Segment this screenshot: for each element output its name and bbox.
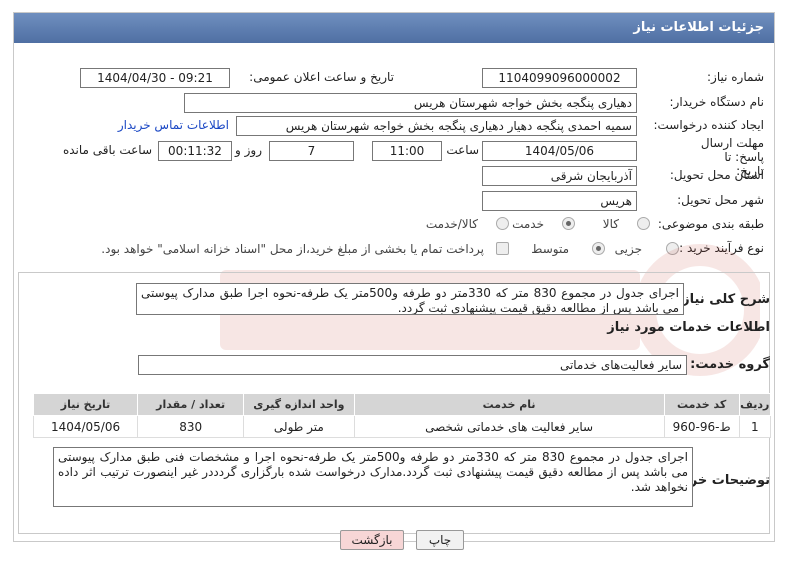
buyer-notes-textarea: اجرای جدول در مجموع 830 متر که 330متر دو…	[53, 447, 693, 507]
col-row: ردیف	[738, 393, 772, 416]
treasury-text: پرداخت تمام یا بخشی از مبلغ خرید،از محل …	[101, 242, 484, 256]
creator-label: ایجاد کننده درخواست:	[653, 118, 764, 132]
city-label: شهر محل تحویل:	[677, 193, 764, 207]
category-goods-label: کالا	[602, 217, 619, 231]
remaining-time-field: 00:11:32	[158, 141, 232, 161]
summary-textarea: اجرای جدول در مجموع 830 متر که 330متر دو…	[136, 283, 684, 315]
process-medium-label: متوسط	[531, 242, 569, 256]
city-field: هریس	[482, 191, 637, 211]
deadline-date-field: 1404/05/06	[482, 141, 637, 161]
cell-unit: متر طولی	[243, 415, 355, 438]
announce-label: تاریخ و ساعت اعلان عمومی:	[249, 70, 394, 84]
announce-field: 1404/04/30 - 09:21	[80, 68, 230, 88]
category-label: طبقه بندی موضوعی:	[657, 217, 764, 231]
table-header-row: ردیف کد خدمت نام خدمت واحد اندازه گیری ت…	[32, 393, 772, 416]
creator-field: سمیه احمدی پنگجه دهیار دهیاری پنگجه بخش …	[236, 116, 637, 136]
service-group-label: گروه خدمت:	[690, 357, 770, 372]
table-row: 1 ط-96-960 سایر فعالیت های خدماتی شخصی م…	[32, 415, 772, 438]
need-number-label: شماره نیاز:	[707, 70, 764, 84]
cell-name: سایر فعالیت های خدماتی شخصی	[353, 415, 665, 438]
cell-quantity: 830	[137, 415, 245, 438]
col-quantity: تعداد / مقدار	[137, 393, 245, 416]
panel-title: جزئیات اطلاعات نیاز	[14, 13, 774, 43]
deadline-time-label: ساعت	[446, 143, 479, 157]
col-name: نام خدمت	[353, 393, 665, 416]
category-service-label: خدمت	[512, 217, 544, 231]
province-field: آذربایجان شرقی	[482, 166, 637, 186]
services-title: اطلاعات خدمات مورد نیاز	[607, 320, 770, 335]
process-minor-label: جزیی	[614, 242, 642, 256]
province-label: استان محل تحویل:	[669, 168, 764, 182]
print-button[interactable]: چاپ	[416, 530, 464, 550]
buyer-contact-link[interactable]: اطلاعات تماس خریدار	[118, 118, 229, 132]
col-code: کد خدمت	[663, 393, 740, 416]
col-date: تاریخ نیاز	[32, 393, 139, 416]
cell-code: ط-96-960	[663, 415, 740, 438]
deadline-time-field: 11:00	[372, 141, 442, 161]
buyer-field: دهیاری پنگجه بخش خواجه شهرستان هریس	[184, 93, 637, 113]
col-unit: واحد اندازه گیری	[243, 393, 355, 416]
process-medium-radio[interactable]	[592, 242, 605, 255]
category-goods-service-radio[interactable]	[496, 217, 509, 230]
process-minor-radio[interactable]	[666, 242, 679, 255]
summary-label: شرح کلی نیاز:	[676, 292, 770, 307]
service-group-field: سایر فعالیت‌های خدماتی	[138, 355, 687, 375]
category-service-radio[interactable]	[562, 217, 575, 230]
days-label: روز و	[235, 143, 262, 157]
buyer-label: نام دستگاه خریدار:	[669, 95, 765, 109]
category-goods-service-label: کالا/خدمت	[425, 217, 478, 231]
cell-row: 1	[738, 415, 772, 438]
category-goods-radio[interactable]	[637, 217, 650, 230]
cell-date: 1404/05/06	[32, 415, 139, 438]
back-button[interactable]: بازگشت	[340, 530, 404, 550]
treasury-checkbox[interactable]	[496, 242, 509, 255]
days-field: 7	[269, 141, 354, 161]
process-label: نوع فرآیند خرید :	[679, 241, 764, 255]
need-number-field: 1104099096000002	[482, 68, 637, 88]
remaining-label: ساعت باقی مانده	[62, 143, 152, 157]
services-table: ردیف کد خدمت نام خدمت واحد اندازه گیری ت…	[32, 393, 772, 438]
